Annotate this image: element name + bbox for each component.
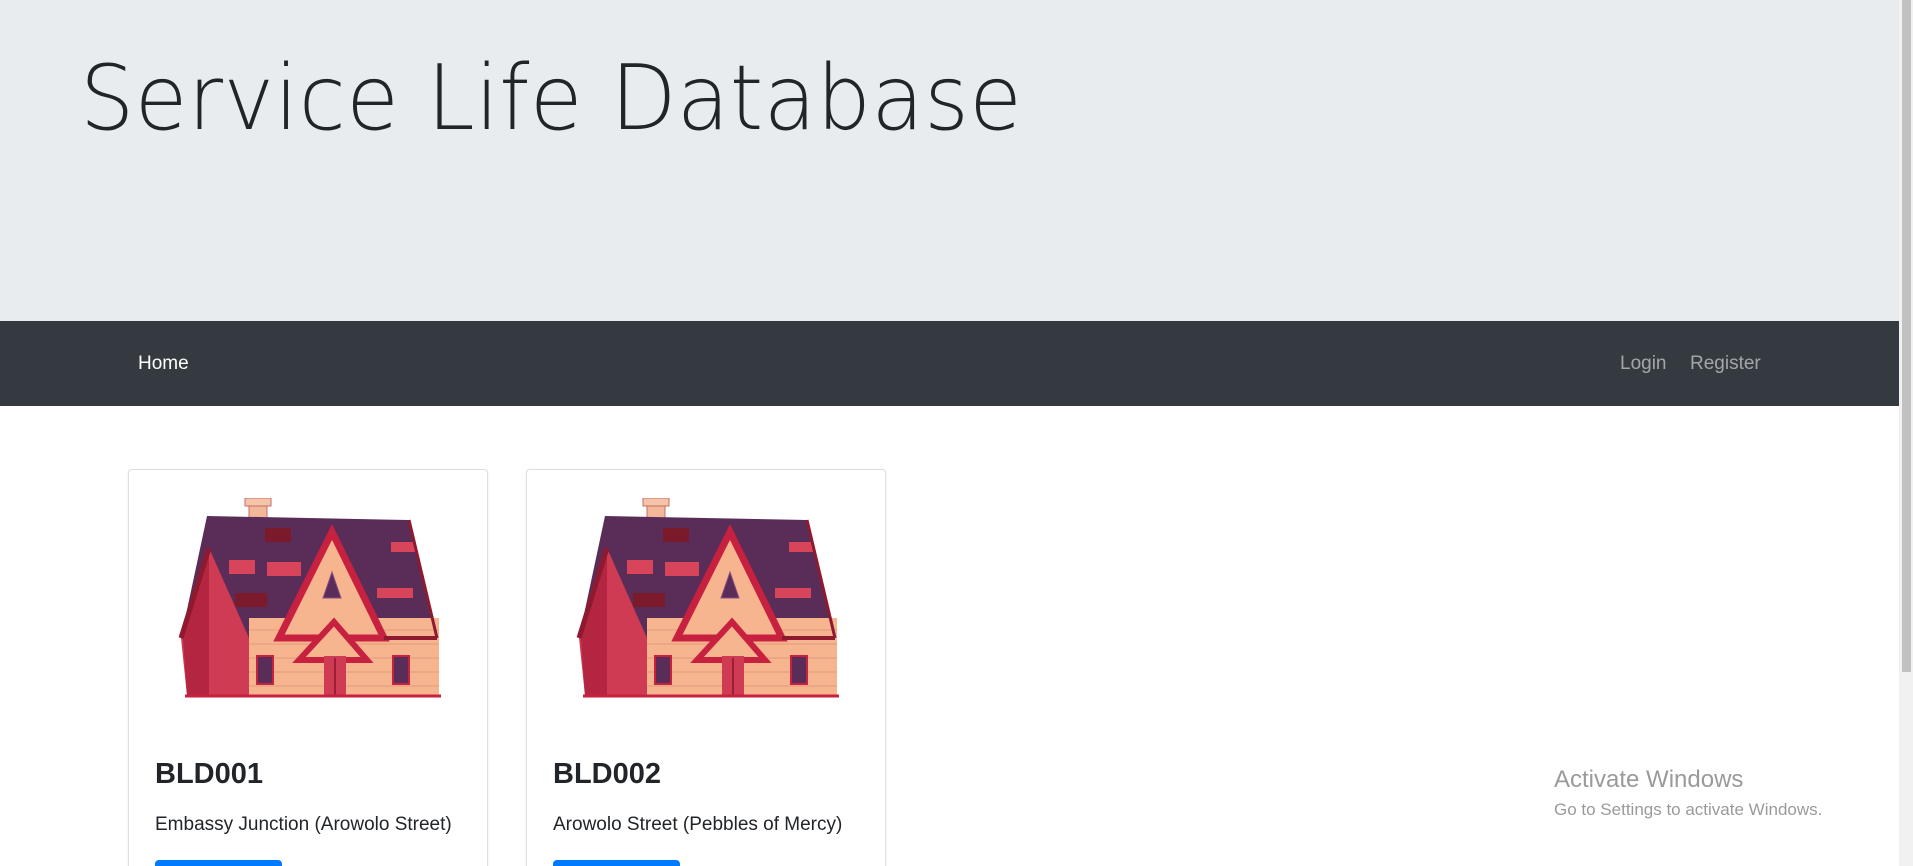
activate-windows-watermark: Activate Windows Go to Settings to activ… [1554, 766, 1822, 820]
nav-register-link[interactable]: Register [1690, 321, 1761, 406]
building-card: BLD001 Embassy Junction (Arowolo Street) [128, 469, 488, 866]
jumbotron-header: Service Life Database [0, 0, 1899, 321]
nav-home-link[interactable]: Home [138, 321, 189, 406]
navbar: Home Login Register [0, 321, 1899, 406]
watermark-title: Activate Windows [1554, 766, 1744, 793]
building-id: BLD002 [553, 758, 661, 790]
watermark-subtitle: Go to Settings to activate Windows. [1554, 800, 1823, 819]
vertical-scrollbar[interactable] [1899, 0, 1913, 866]
nav-login-link[interactable]: Login [1620, 321, 1667, 406]
house-illustration-icon [178, 498, 441, 698]
building-id: BLD001 [155, 758, 263, 790]
building-card: BLD002 Arowolo Street (Pebbles of Mercy) [526, 469, 886, 866]
house-illustration-icon [576, 498, 839, 698]
site-title: Service Life Database [80, 46, 1023, 151]
scrollbar-thumb[interactable] [1902, 0, 1911, 672]
building-location: Embassy Junction (Arowolo Street) [155, 814, 452, 835]
view-building-button[interactable] [553, 860, 680, 866]
building-location: Arowolo Street (Pebbles of Mercy) [553, 814, 843, 835]
page: Service Life Database Home Login Registe… [0, 0, 1913, 866]
view-building-button[interactable] [155, 860, 282, 866]
